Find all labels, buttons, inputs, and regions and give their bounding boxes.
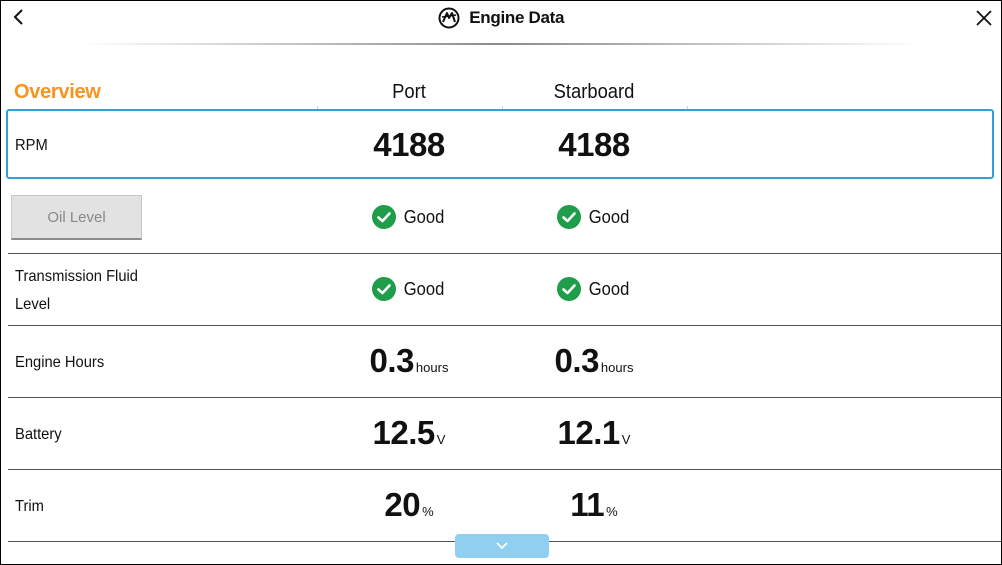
value-unit: % (606, 504, 618, 519)
page-title: Engine Data (469, 8, 565, 27)
check-circle-icon (556, 205, 581, 229)
table-row-trim: Trim 20% 11% (1, 470, 1001, 542)
close-button[interactable] (973, 7, 995, 29)
oil-level-label: Oil Level (47, 209, 106, 226)
engine-data-screen: Engine Data Overview Port Starboard RPM … (0, 0, 1002, 565)
column-header-port: Port (392, 81, 426, 103)
row-label: Battery (15, 426, 62, 443)
table-row-rpm[interactable]: RPM 4188 4188 (1, 109, 1001, 180)
value-unit: hours (600, 360, 634, 375)
close-icon (976, 10, 992, 26)
row-label: Engine Hours (15, 354, 105, 371)
column-header-row: Overview Port Starboard (1, 79, 1001, 109)
mercury-logo-icon (438, 7, 460, 29)
table-row-transmission-fluid: Transmission Fluid Level Good Good (1, 254, 1001, 326)
row-label: RPM (15, 137, 48, 154)
value-number: 0.3 (369, 342, 415, 379)
battery-starboard-value: 12.1 V (494, 414, 694, 452)
engine-hours-starboard-value: 0.3 hours (494, 342, 694, 380)
table-row-engine-hours: Engine Hours 0.3 hours 0.3 hours (1, 326, 1001, 398)
transmission-starboard-status: Good (494, 277, 694, 301)
check-circle-icon (371, 205, 396, 229)
status-text: Good (403, 206, 445, 227)
value-number: 12.1 (557, 414, 621, 451)
value-number: 4188 (558, 126, 630, 163)
engine-hours-port-value: 0.3 hours (309, 342, 509, 380)
title-group: Engine Data (1, 7, 1001, 31)
row-label: Trim (15, 498, 44, 515)
value-number: 12.5 (372, 414, 436, 451)
value-number: 0.3 (554, 342, 600, 379)
scroll-down-button[interactable] (455, 534, 549, 558)
oil-port-status: Good (309, 205, 509, 229)
title-bar: Engine Data (1, 1, 1001, 45)
table-row-battery: Battery 12.5 V 12.1 V (1, 398, 1001, 470)
row-label-line2: Level (15, 296, 51, 313)
rpm-starboard-value: 4188 (494, 126, 694, 164)
trim-port-value: 20% (309, 486, 509, 524)
status-text: Good (588, 206, 630, 227)
status-text: Good (588, 278, 630, 299)
chevron-down-icon (496, 542, 508, 550)
check-circle-icon (556, 277, 581, 301)
oil-starboard-status: Good (494, 205, 694, 229)
value-unit: % (422, 504, 434, 519)
value-unit: V (621, 432, 631, 447)
transmission-port-status: Good (309, 277, 509, 301)
value-unit: V (436, 432, 446, 447)
status-text: Good (403, 278, 445, 299)
check-circle-icon (371, 277, 396, 301)
value-number: 4188 (373, 126, 445, 163)
trim-starboard-value: 11% (494, 486, 694, 524)
oil-level-button[interactable]: Oil Level (11, 195, 142, 240)
overview-tab[interactable]: Overview (14, 81, 101, 104)
value-number: 20 (384, 486, 421, 523)
column-header-starboard: Starboard (553, 81, 635, 103)
rpm-port-value: 4188 (309, 126, 509, 164)
value-number: 11 (570, 486, 605, 523)
battery-port-value: 12.5 V (309, 414, 509, 452)
row-label-line1: Transmission Fluid (15, 268, 138, 285)
value-unit: hours (415, 360, 449, 375)
title-divider (81, 43, 921, 45)
